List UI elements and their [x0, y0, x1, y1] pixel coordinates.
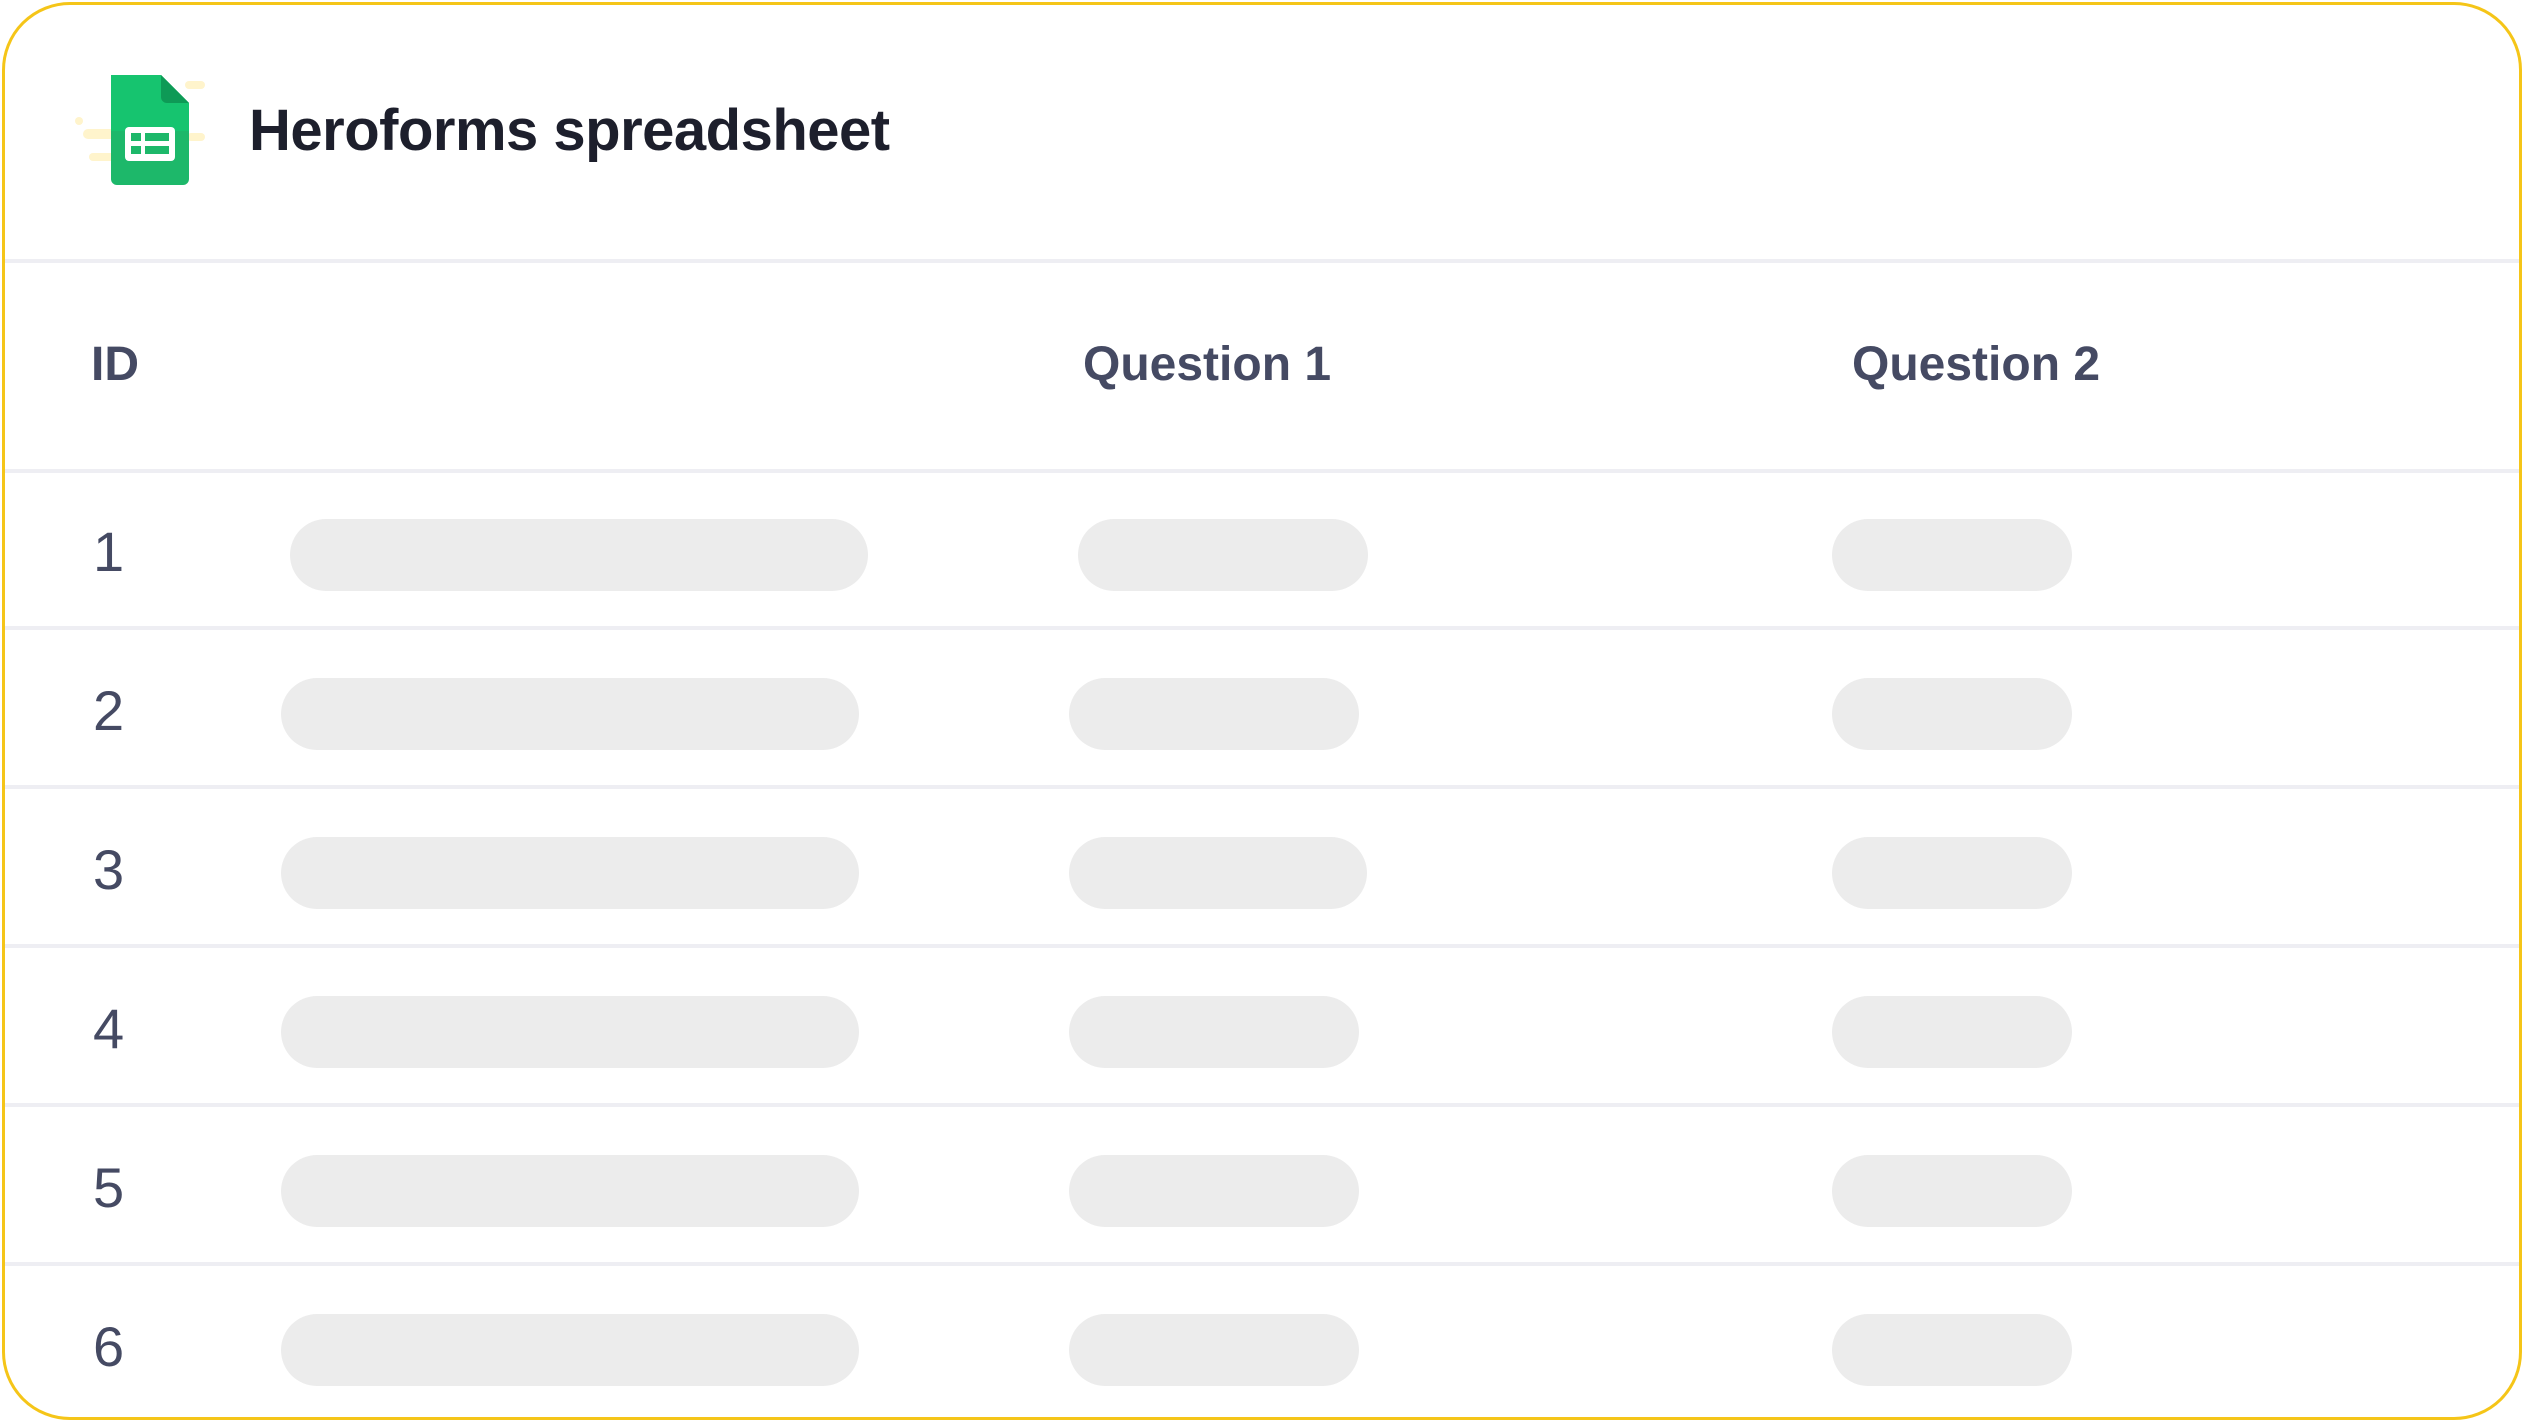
table-row[interactable]: 1 [5, 471, 2519, 630]
placeholder-cell [281, 1314, 859, 1386]
row-id: 4 [93, 997, 125, 1060]
spreadsheet-card: Heroforms spreadsheet ID Question 1 Ques… [2, 2, 2522, 1420]
column-header-id[interactable]: ID [91, 337, 139, 392]
row-id: 5 [93, 1156, 125, 1219]
placeholder-cell [1069, 1155, 1359, 1227]
placeholder-cell [281, 1155, 859, 1227]
placeholder-cell [281, 837, 859, 909]
placeholder-cell [1832, 678, 2072, 750]
placeholder-cell [1832, 519, 2072, 591]
placeholder-cell [1069, 1314, 1359, 1386]
placeholder-cell [1832, 837, 2072, 909]
table-row[interactable]: 5 [5, 1107, 2519, 1266]
placeholder-cell [1069, 996, 1359, 1068]
table-row[interactable]: 6 [5, 1266, 2519, 1417]
table-row[interactable]: 4 [5, 948, 2519, 1107]
card-header: Heroforms spreadsheet [5, 5, 2519, 263]
table-header-row: ID Question 1 Question 2 [5, 263, 2519, 473]
placeholder-cell [1832, 1155, 2072, 1227]
row-id: 1 [93, 520, 125, 583]
column-header-question-1[interactable]: Question 1 [1083, 337, 1331, 392]
placeholder-cell [281, 678, 859, 750]
table-row[interactable]: 3 [5, 789, 2519, 948]
row-id: 6 [93, 1315, 125, 1378]
page-title: Heroforms spreadsheet [249, 98, 890, 163]
google-sheets-icon [75, 75, 205, 185]
placeholder-cell [281, 996, 859, 1068]
placeholder-cell [1832, 996, 2072, 1068]
placeholder-cell [290, 519, 868, 591]
row-id: 2 [93, 679, 125, 742]
table-row[interactable]: 2 [5, 630, 2519, 789]
row-id: 3 [93, 838, 125, 901]
placeholder-cell [1069, 837, 1367, 909]
placeholder-cell [1069, 678, 1359, 750]
placeholder-cell [1832, 1314, 2072, 1386]
column-header-question-2[interactable]: Question 2 [1852, 337, 2100, 392]
placeholder-cell [1078, 519, 1368, 591]
